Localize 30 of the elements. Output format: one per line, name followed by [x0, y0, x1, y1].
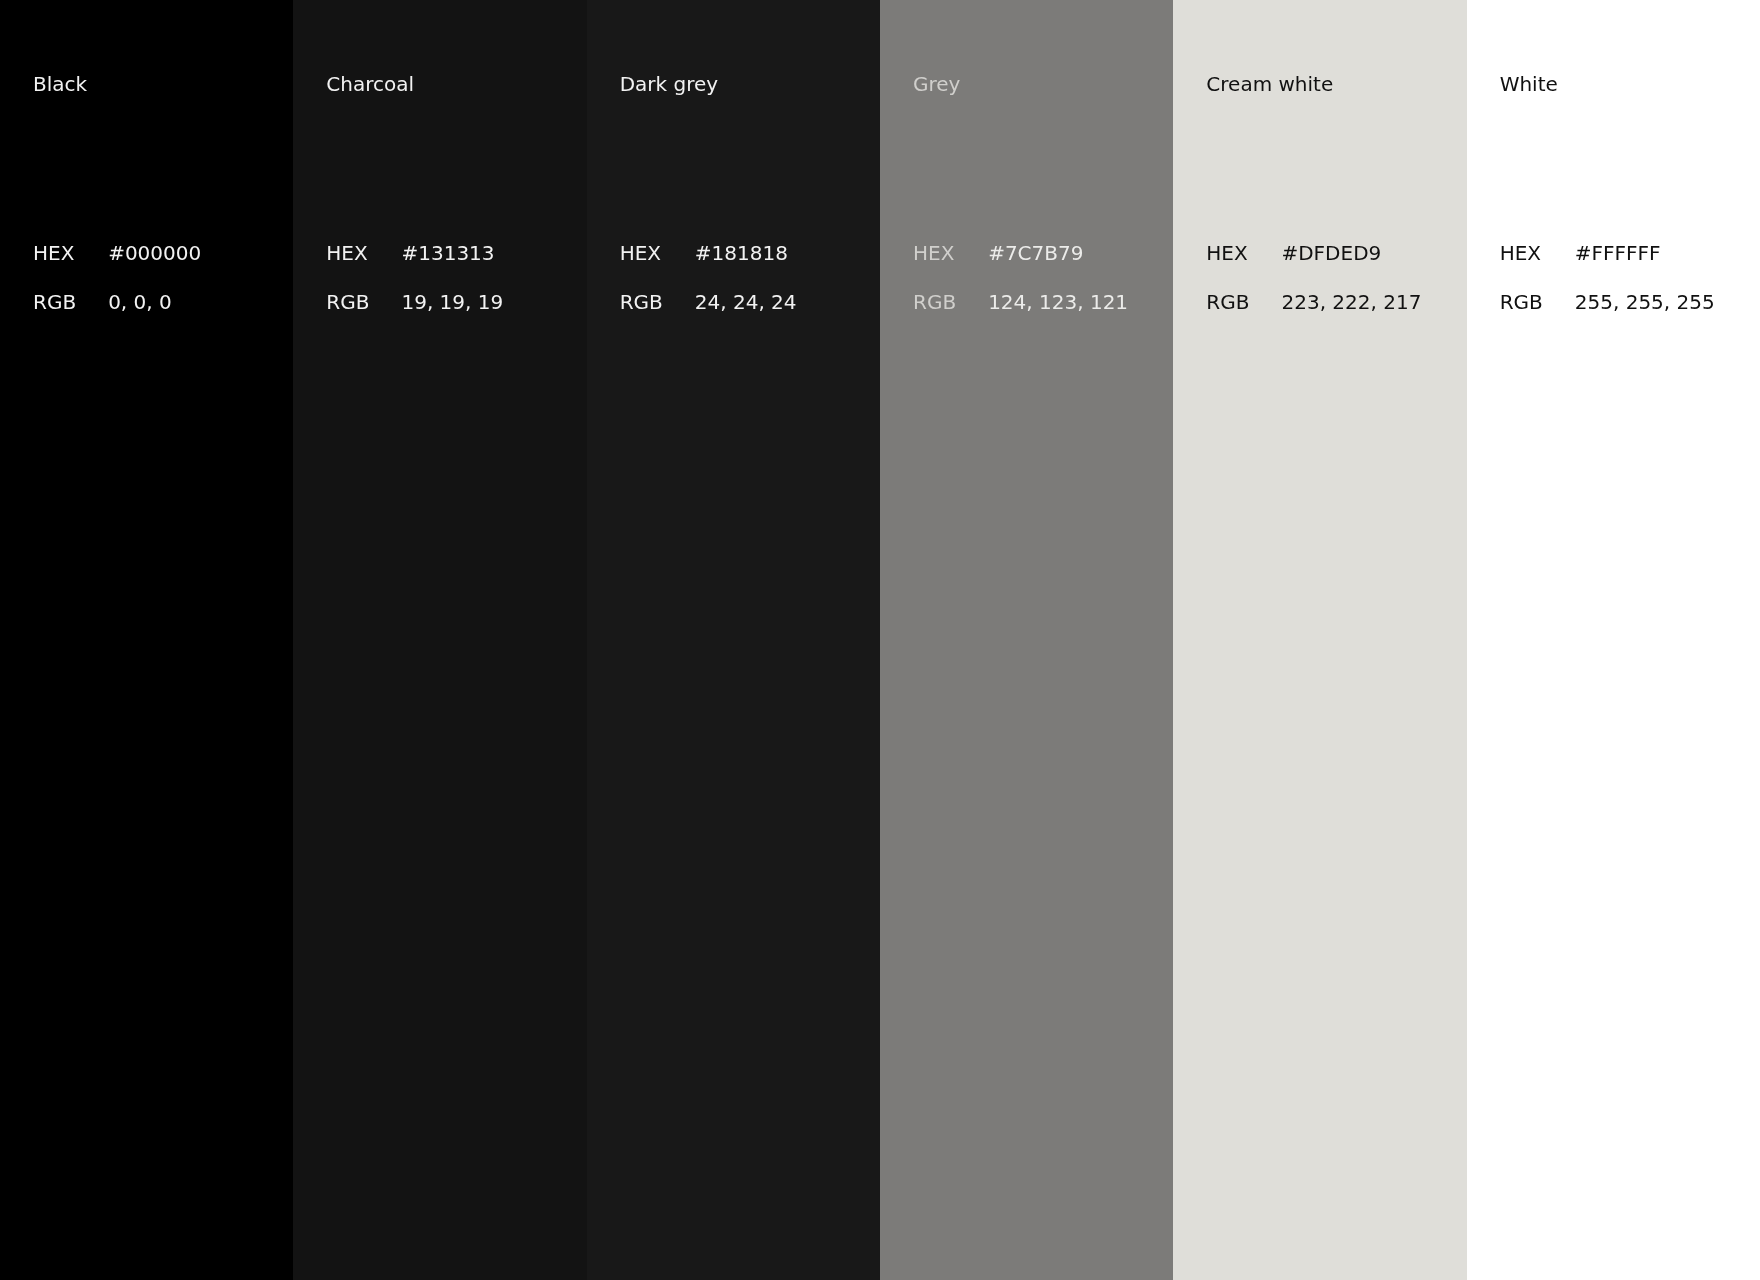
hex-value: #000000	[108, 240, 202, 267]
rgb-value: 124, 123, 121	[988, 289, 1129, 316]
rgb-value: 255, 255, 255	[1574, 289, 1715, 316]
value-label: RGB	[1499, 289, 1543, 316]
rgb-value: 0, 0, 0	[108, 289, 173, 316]
value-label: HEX	[913, 240, 956, 267]
hex-value: #181818	[694, 240, 789, 267]
value-label: HEX	[33, 240, 76, 267]
color-name: Cream white	[1206, 71, 1335, 98]
color-name: Dark grey	[619, 71, 720, 98]
color-name: Black	[33, 71, 89, 98]
rgb-value: 24, 24, 24	[694, 289, 797, 316]
value-label: HEX	[326, 240, 369, 267]
value-label: RGB	[1206, 289, 1250, 316]
value-label: HEX	[619, 240, 663, 267]
color-name: White	[1499, 71, 1559, 98]
hex-value: #FFFFFF	[1574, 240, 1662, 267]
hex-value: #7C7B79	[988, 240, 1085, 267]
value-label: HEX	[1206, 240, 1249, 267]
color-name: Grey	[913, 71, 962, 98]
value-label: HEX	[1499, 240, 1543, 267]
hex-value: #DFDED9	[1281, 240, 1383, 267]
value-label: RGB	[33, 289, 77, 316]
hex-value: #131313	[401, 240, 496, 267]
value-label: RGB	[913, 289, 957, 316]
value-label: RGB	[326, 289, 370, 316]
rgb-value: 19, 19, 19	[401, 289, 504, 316]
rgb-value: 223, 222, 217	[1281, 289, 1422, 316]
value-label: RGB	[619, 289, 663, 316]
color-name: Charcoal	[326, 71, 416, 98]
